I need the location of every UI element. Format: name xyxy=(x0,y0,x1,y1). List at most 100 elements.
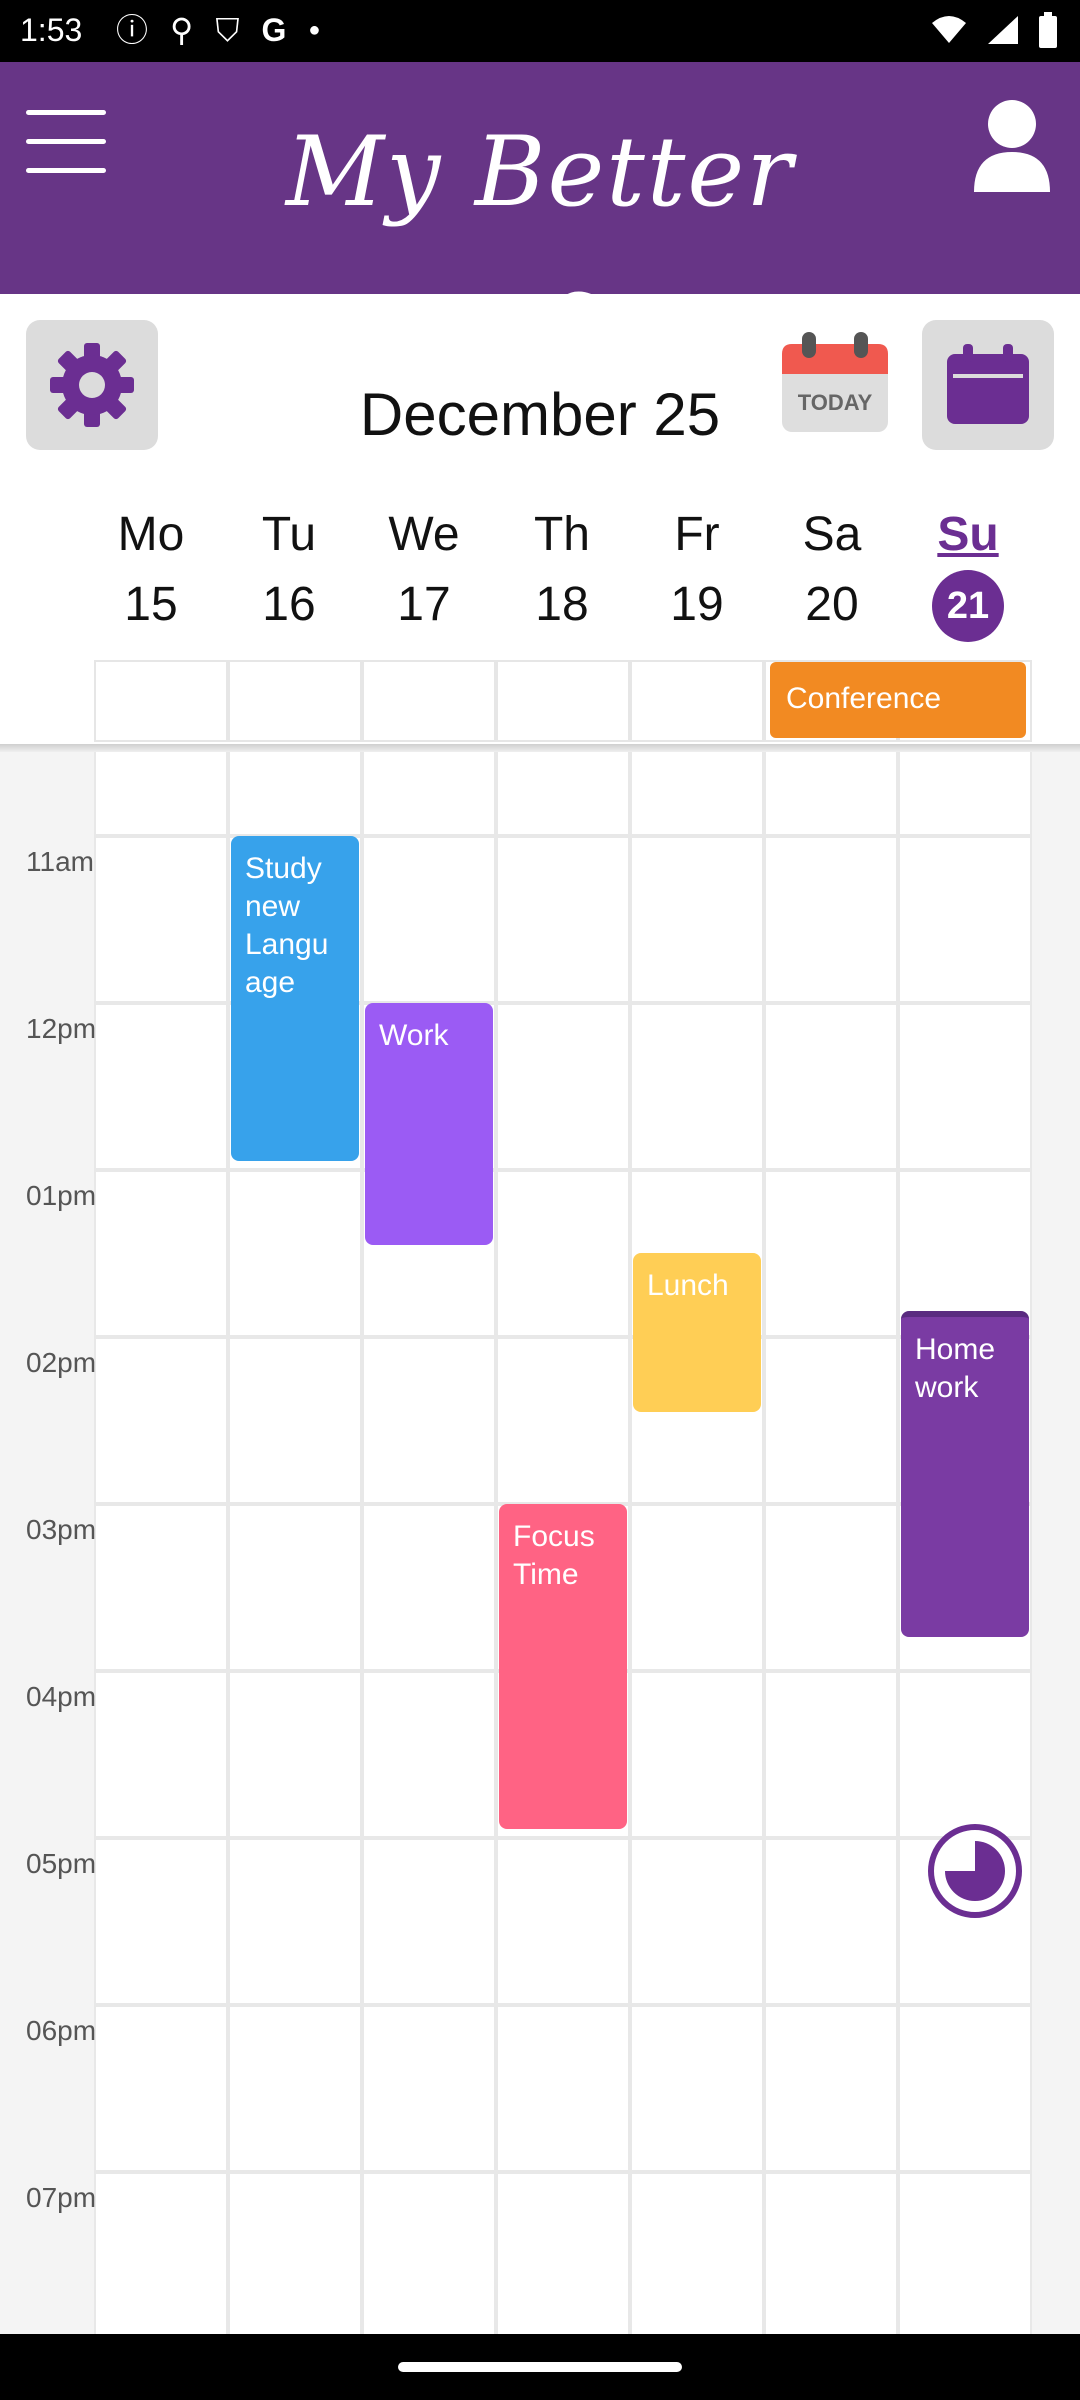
day-header-th[interactable]: Th 18 xyxy=(495,500,629,640)
grid-cell[interactable] xyxy=(94,1002,228,1170)
grid-cell[interactable] xyxy=(496,1002,630,1170)
grid-cell[interactable] xyxy=(94,835,228,1003)
grid-cell[interactable] xyxy=(496,752,630,836)
grid-cell[interactable] xyxy=(228,2004,362,2172)
grid-cell[interactable] xyxy=(764,1002,898,1170)
grid-cell[interactable] xyxy=(228,2171,362,2334)
grid-cell[interactable] xyxy=(764,1670,898,1838)
day-header-we[interactable]: We 17 xyxy=(357,500,491,640)
grid-cell[interactable] xyxy=(496,2171,630,2334)
grid-cell[interactable] xyxy=(362,2004,496,2172)
app-header: My Better Life xyxy=(0,62,1080,388)
grid-cell[interactable] xyxy=(94,1336,228,1504)
grid-cell[interactable] xyxy=(94,1837,228,2005)
event-block[interactable]: Home work xyxy=(901,1311,1029,1638)
grid-cell[interactable] xyxy=(362,2171,496,2334)
grid-cell[interactable] xyxy=(496,1837,630,2005)
grid-cell[interactable] xyxy=(496,1336,630,1504)
grid-cell[interactable] xyxy=(362,835,496,1003)
grid-cell[interactable] xyxy=(496,835,630,1003)
day-number: 18 xyxy=(535,578,589,631)
grid-cell[interactable] xyxy=(362,1336,496,1504)
grid-cell[interactable] xyxy=(764,1169,898,1337)
grid-cell[interactable] xyxy=(630,2171,764,2334)
time-grid[interactable]: 11am 12pm 01pm 02pm 03pm 04pm 05pm 06pm 07pm Stud… xyxy=(0,752,1080,2334)
grid-cell[interactable] xyxy=(94,2004,228,2172)
grid-cell[interactable] xyxy=(228,1169,362,1337)
grid-cell[interactable] xyxy=(362,752,496,836)
all-day-cell[interactable] xyxy=(496,660,630,742)
day-number: 16 xyxy=(262,578,316,631)
day-name: Th xyxy=(533,508,590,561)
grid-cell[interactable] xyxy=(898,1670,1032,1838)
event-block[interactable]: Study new Langu age xyxy=(231,835,359,1162)
event-block[interactable]: Focus Time xyxy=(499,1503,627,1830)
grid-cell[interactable] xyxy=(496,1169,630,1337)
dot-icon: ● xyxy=(308,19,321,41)
grid-cell[interactable] xyxy=(630,1837,764,2005)
event-block[interactable]: Work xyxy=(365,1002,493,1245)
keyhole-icon: ⚲ xyxy=(170,12,194,48)
status-system-icons xyxy=(930,12,1058,48)
grid-cell[interactable] xyxy=(898,752,1032,836)
grid-cell[interactable] xyxy=(764,2171,898,2334)
settings-button[interactable] xyxy=(26,320,158,450)
grid-cell[interactable] xyxy=(764,752,898,836)
home-gesture-handle[interactable] xyxy=(398,2362,682,2372)
hour-label: 07pm xyxy=(26,2181,97,2213)
profile-icon[interactable] xyxy=(970,98,1054,194)
grid-cell[interactable] xyxy=(228,1503,362,1671)
grid-cell[interactable] xyxy=(362,1503,496,1671)
day-header-fr[interactable]: Fr 19 xyxy=(630,500,764,640)
grid-cell[interactable] xyxy=(362,1670,496,1838)
wifi-icon xyxy=(932,16,966,43)
grid-cell[interactable] xyxy=(228,1670,362,1838)
grid-cell[interactable] xyxy=(362,1837,496,2005)
hamburger-menu-icon[interactable] xyxy=(26,110,106,174)
battery-icon xyxy=(1039,12,1057,48)
day-header-sa[interactable]: Sa 20 xyxy=(765,500,899,640)
grid-cell[interactable] xyxy=(764,835,898,1003)
grid-cell[interactable] xyxy=(630,1503,764,1671)
grid-cell[interactable] xyxy=(898,1002,1032,1170)
grid-cell[interactable] xyxy=(764,1503,898,1671)
grid-cell[interactable] xyxy=(228,1336,362,1504)
grid-cell[interactable] xyxy=(898,2004,1032,2172)
grid-cell[interactable] xyxy=(94,1503,228,1671)
event-title: Lunch xyxy=(647,1269,729,1302)
grid-cell[interactable] xyxy=(94,1169,228,1337)
time-clock-button[interactable] xyxy=(926,1822,1024,1920)
day-header-su[interactable]: Su 21 xyxy=(901,500,1035,642)
grid-cell[interactable] xyxy=(630,752,764,836)
signal-icon xyxy=(988,16,1018,44)
grid-cell[interactable] xyxy=(764,1837,898,2005)
calendar-view-button[interactable] xyxy=(922,320,1054,450)
grid-cell[interactable] xyxy=(228,1837,362,2005)
grid-cell[interactable] xyxy=(898,2171,1032,2334)
all-day-cell[interactable] xyxy=(630,660,764,742)
all-day-cell[interactable] xyxy=(94,660,228,742)
all-day-event[interactable]: Conference xyxy=(770,662,1026,738)
grid-cell[interactable] xyxy=(496,2004,630,2172)
grid-cell[interactable] xyxy=(764,1336,898,1504)
today-calendar-icon xyxy=(782,332,888,432)
grid-cell[interactable] xyxy=(94,1670,228,1838)
grid-cell[interactable] xyxy=(898,835,1032,1003)
grid-cell[interactable] xyxy=(630,2004,764,2172)
event-block[interactable]: Lunch xyxy=(633,1253,761,1412)
day-header-tu[interactable]: Tu 16 xyxy=(222,500,356,640)
grid-cell[interactable] xyxy=(764,2004,898,2172)
grid-cell[interactable] xyxy=(630,835,764,1003)
all-day-cell[interactable] xyxy=(228,660,362,742)
status-notification-icons: ⓘ ⚲ ⛉ G ● xyxy=(116,10,320,50)
grid-cell[interactable] xyxy=(228,752,362,836)
grid-cell[interactable] xyxy=(630,1002,764,1170)
today-button[interactable]: TODAY xyxy=(780,330,890,434)
day-header-mo[interactable]: Mo 15 xyxy=(84,500,218,640)
day-number: 19 xyxy=(670,578,724,631)
grid-cell[interactable] xyxy=(94,752,228,836)
grid-cell[interactable] xyxy=(630,1670,764,1838)
info-icon: ⓘ xyxy=(116,12,149,48)
all-day-cell[interactable] xyxy=(362,660,496,742)
grid-cell[interactable] xyxy=(94,2171,228,2334)
